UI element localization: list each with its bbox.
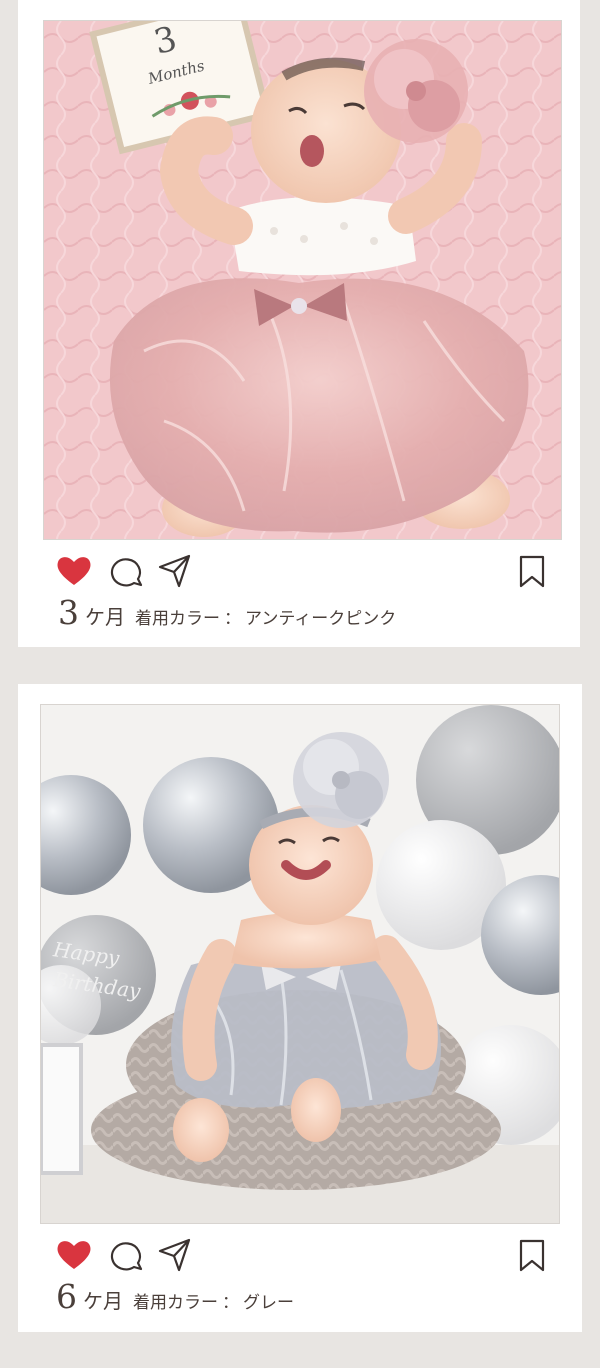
bookmark-icon[interactable] [512, 551, 552, 591]
baby-photo-pink: 3 Months [44, 21, 561, 539]
baby-photo-gray: Happy Birthday [41, 705, 559, 1223]
separator: ： [224, 609, 241, 629]
month-number: 3 [58, 593, 79, 632]
post-actions [18, 1235, 582, 1275]
post-actions [18, 551, 580, 591]
month-unit: ケ月 [83, 1289, 123, 1313]
bookmark-icon[interactable] [512, 1235, 552, 1275]
comment-icon[interactable] [107, 551, 147, 591]
share-icon[interactable] [154, 551, 194, 591]
post-photo[interactable]: 3 Months [43, 20, 562, 540]
heart-icon[interactable] [54, 551, 94, 591]
month-unit: ケ月 [85, 605, 125, 629]
month-number: 6 [56, 1277, 77, 1316]
color-label: 着用カラー [135, 609, 220, 629]
color-label: 着用カラー [133, 1293, 218, 1313]
color-value: アンティークピンク [245, 609, 397, 629]
post-photo[interactable]: Happy Birthday [40, 704, 560, 1224]
color-value: グレー [243, 1293, 294, 1313]
separator: ： [222, 1293, 239, 1313]
post-caption: 6 ケ月 着用カラー：グレー [56, 1276, 294, 1318]
comment-icon[interactable] [107, 1235, 147, 1275]
heart-icon[interactable] [54, 1235, 94, 1275]
post-caption: 3 ケ月 着用カラー：アンティークピンク [58, 592, 396, 634]
post-card: Happy Birthday 6 ケ月 着用カラー ： グレー [18, 684, 582, 1332]
post-card: 3 Months 3 ケ月 着用カラー ： アンティークピンク [18, 0, 580, 647]
share-icon[interactable] [154, 1235, 194, 1275]
